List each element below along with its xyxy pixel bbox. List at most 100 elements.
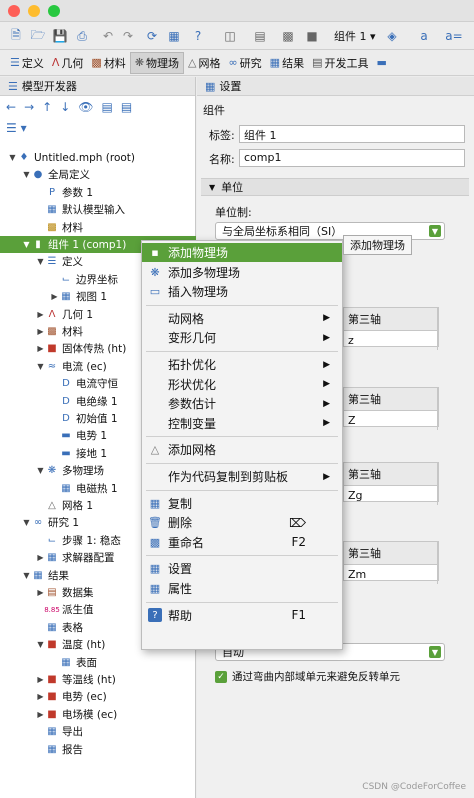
tab-definitions[interactable]: ☰ 定义 [6, 52, 48, 74]
move-up-icon[interactable]: ↑ [42, 100, 52, 114]
label-field[interactable]: 组件 1 [239, 125, 465, 143]
menu-item[interactable]: 拓扑优化 ▶ [142, 355, 342, 374]
tab-results[interactable]: ▦ 结果 [266, 52, 308, 74]
checkbox-checked-icon[interactable]: ✓ [215, 670, 227, 683]
collapsed-triangle-icon[interactable]: ▶ [36, 675, 45, 684]
tab-materials[interactable]: ▩ 材料 [87, 52, 129, 74]
tree-item[interactable]: ▼ ● 全局定义 [0, 166, 196, 183]
undo-icon[interactable]: ↶ [98, 26, 118, 46]
menu-item[interactable]: 动网格 ▶ [142, 309, 342, 328]
minimize-window-button[interactable] [28, 5, 40, 17]
tree-item[interactable]: ▼ ♦ Untitled.mph (root) [0, 149, 196, 166]
menu-item[interactable]: ▦ 复制 [142, 494, 342, 513]
collapsed-triangle-icon[interactable]: ▶ [36, 553, 45, 562]
collapsed-triangle-icon[interactable]: ▶ [50, 292, 59, 301]
tab-developer[interactable]: ▤ 开发工具 [308, 52, 372, 74]
back-arrow-icon[interactable]: ← [6, 100, 16, 114]
menu-item[interactable]: 作为代码复制到剪贴板 ▶ [142, 467, 342, 486]
menu-item[interactable]: 参数估计 ▶ [142, 394, 342, 413]
menu-item[interactable]: ▩ 重命名 F2 [142, 533, 342, 552]
component-layers-icon[interactable]: ▤ [250, 26, 270, 46]
component-copy-icon[interactable]: ◫ [220, 26, 240, 46]
open-file-icon[interactable]: 🗁 [28, 26, 48, 46]
redo-icon[interactable]: ↷ [118, 26, 138, 46]
menu-item[interactable]: △ 添加网格 [142, 440, 342, 459]
tab-mesh[interactable]: △ 网格 [184, 52, 224, 74]
menu-item[interactable]: ❋ 添加多物理场 [142, 263, 342, 282]
collapsed-triangle-icon[interactable]: ▶ [36, 327, 45, 336]
component-diamond-icon[interactable]: ◈ [382, 26, 402, 46]
menu-item[interactable]: ? 帮助 F1 [142, 606, 342, 625]
tree-item[interactable]: ▦ 表面 [0, 654, 196, 671]
stop-icon[interactable]: ■ [302, 26, 322, 46]
menu-item[interactable]: 形状优化 ▶ [142, 375, 342, 394]
tree-item[interactable]: ▩ 材料 [0, 219, 196, 236]
axis3-value[interactable]: Zm [344, 565, 438, 584]
tab-physics[interactable]: ❋ 物理场 [129, 51, 185, 74]
menu-item[interactable]: 变形几何 ▶ [142, 328, 342, 347]
print-icon[interactable]: ⎙ [72, 26, 92, 46]
collapsed-triangle-icon[interactable]: ▶ [36, 588, 45, 597]
menu-item[interactable]: ▪ 添加物理场 [142, 243, 342, 262]
export-icon: ▦ [47, 726, 57, 738]
expanded-triangle-icon[interactable]: ▼ [36, 362, 45, 371]
results-icon: ▦ [33, 569, 43, 581]
move-down-icon[interactable]: ↓ [60, 100, 70, 114]
expanded-triangle-icon[interactable]: ▼ [22, 240, 31, 249]
name-field[interactable]: comp1 [239, 149, 465, 167]
expanded-triangle-icon[interactable]: ▼ [8, 153, 17, 162]
tree-item[interactable]: P 参数 1 [0, 184, 196, 201]
collapsed-triangle-icon[interactable]: ▶ [36, 344, 45, 353]
tree-item[interactable]: ▶ ■ 电场模 (ec) [0, 706, 196, 723]
unit-section-header[interactable]: ▼ 单位 [201, 178, 469, 196]
collapsed-triangle-icon[interactable]: ▶ [36, 710, 45, 719]
menu-item[interactable]: 控制变量 ▶ [142, 414, 342, 433]
expanded-triangle-icon[interactable]: ▼ [36, 257, 45, 266]
expanded-triangle-icon[interactable]: ▼ [22, 170, 31, 179]
close-window-button[interactable] [8, 5, 20, 17]
tree-item[interactable]: ▦ 默认模型输入 [0, 201, 196, 218]
tree-item[interactable]: ▶ ■ 等温线 (ht) [0, 671, 196, 688]
expanded-triangle-icon[interactable]: ▼ [22, 571, 31, 580]
tree-item[interactable]: ▶ ■ 电势 (ec) [0, 688, 196, 705]
expand-all-icon[interactable]: ▤ [101, 100, 112, 114]
tree-item-label: 固体传热 (ht) [62, 343, 127, 356]
expanded-triangle-icon[interactable]: ▼ [22, 518, 31, 527]
forward-arrow-icon[interactable]: → [24, 100, 34, 114]
formula-icon[interactable]: a= [444, 26, 464, 46]
menu-item[interactable]: ▦ 设置 [142, 559, 342, 578]
tree-item-label: 网格 1 [62, 500, 94, 512]
tab-study[interactable]: ∞ 研究 [225, 52, 266, 74]
collapsed-triangle-icon[interactable]: ▶ [36, 692, 45, 701]
component-grid-icon[interactable]: ▩ [278, 26, 298, 46]
tree-item[interactable]: ▦ 导出 [0, 723, 196, 740]
collapse-all-icon[interactable]: ▤ [121, 100, 132, 114]
collapsed-triangle-icon[interactable]: ▶ [36, 310, 45, 319]
menu-item[interactable]: ▦ 属性 [142, 579, 342, 598]
save-icon[interactable]: 💾 [50, 26, 70, 46]
component-selector[interactable]: 组件 1 ▾ [334, 28, 376, 44]
new-file-icon[interactable]: 🗎 [6, 26, 26, 46]
list-view-icon[interactable]: ☰ ▾ [6, 121, 27, 135]
help-toolbar-icon[interactable]: ? [188, 26, 208, 46]
tab-geometry[interactable]: Λ 几何 [48, 52, 88, 74]
expanded-triangle-icon[interactable]: ▼ [36, 640, 45, 649]
text-a-icon[interactable]: a [414, 26, 434, 46]
zoom-window-button[interactable] [48, 5, 60, 17]
tab-label: 物理场 [146, 56, 180, 70]
tree-item-label: 边界坐标 [76, 273, 118, 286]
show-icon[interactable]: 👁 [78, 100, 93, 114]
tree-item[interactable]: ▦ 报告 [0, 741, 196, 758]
refresh-icon[interactable]: ⟳ [142, 26, 162, 46]
window-layout-icon[interactable]: ▦ [164, 26, 184, 46]
tab-extra[interactable]: ▬ [372, 52, 392, 74]
tree-item-label: 电绝缘 1 [76, 395, 118, 408]
settings-icon: ▦ [149, 562, 161, 576]
axis3-value[interactable]: Z [344, 411, 438, 430]
tab-label: 研究 [239, 56, 262, 70]
menu-item[interactable]: ▭ 插入物理场 [142, 282, 342, 301]
expanded-triangle-icon[interactable]: ▼ [36, 466, 45, 475]
axis3-value[interactable]: Zg [344, 486, 438, 505]
menu-item[interactable]: 🗑 删除 ⌦ [142, 513, 342, 532]
axis3-value[interactable]: z [344, 331, 438, 350]
